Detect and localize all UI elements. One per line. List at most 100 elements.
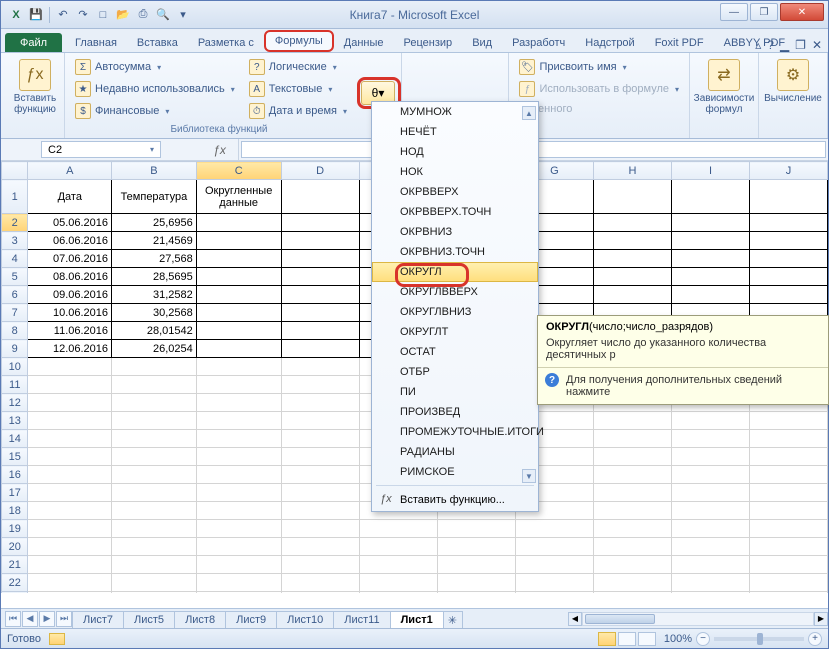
new-icon[interactable]: □ — [94, 6, 112, 24]
cell-empty[interactable] — [593, 250, 671, 268]
sheet-tab-Лист5[interactable]: Лист5 — [123, 611, 175, 629]
sheet-tab-Лист8[interactable]: Лист8 — [174, 611, 226, 629]
col-header-I[interactable]: I — [672, 162, 750, 180]
row-header-16[interactable]: 16 — [2, 466, 28, 484]
cell-empty[interactable] — [749, 214, 827, 232]
cell-empty[interactable] — [593, 538, 671, 556]
sheet-tab-new[interactable]: ✳ — [443, 611, 463, 629]
view-pagebreak-icon[interactable] — [638, 632, 656, 646]
cell-C3[interactable] — [196, 232, 281, 250]
horizontal-scrollbar[interactable]: ◀ ▶ — [568, 611, 828, 627]
cell-empty[interactable] — [112, 592, 197, 594]
cell-empty[interactable] — [281, 180, 359, 214]
dropdown-scrollbar[interactable]: ▲ ▼ — [522, 106, 536, 483]
sheet-nav-last-icon[interactable]: ⏭ — [56, 611, 72, 627]
cell-empty[interactable] — [112, 574, 197, 592]
recent-button[interactable]: ★Недавно использовались▾ — [71, 79, 239, 99]
macro-record-icon[interactable] — [49, 633, 65, 645]
col-header-B[interactable]: B — [112, 162, 197, 180]
cell-empty[interactable] — [672, 502, 750, 520]
cell-empty[interactable] — [515, 574, 593, 592]
cell-empty[interactable] — [515, 556, 593, 574]
tab-formulas[interactable]: Формулы — [264, 30, 334, 52]
cell-empty[interactable] — [749, 592, 827, 594]
cell-B3[interactable]: 21,4569 — [112, 232, 197, 250]
cell-empty[interactable] — [359, 574, 437, 592]
cell-empty[interactable] — [437, 538, 515, 556]
menu-item-ОКРУГЛВВЕРХ[interactable]: ОКРУГЛВВЕРХ — [372, 282, 538, 302]
cell-empty[interactable] — [749, 268, 827, 286]
tab-home[interactable]: Главная — [65, 33, 127, 52]
fx-label[interactable]: ƒx — [201, 139, 239, 160]
doc-close-icon[interactable]: ✕ — [812, 38, 822, 52]
col-header-J[interactable]: J — [749, 162, 827, 180]
col-header-A[interactable]: A — [28, 162, 112, 180]
cell-B6[interactable]: 31,2582 — [112, 286, 197, 304]
cell-A3[interactable]: 06.06.2016 — [28, 232, 112, 250]
zoom-slider[interactable] — [714, 637, 804, 641]
cell-empty[interactable] — [196, 412, 281, 430]
row-header-15[interactable]: 15 — [2, 448, 28, 466]
row-header-8[interactable]: 8 — [2, 322, 28, 340]
cell-empty[interactable] — [281, 502, 359, 520]
autosum-button[interactable]: ΣАвтосумма▾ — [71, 57, 239, 77]
cell-empty[interactable] — [359, 538, 437, 556]
cell-empty[interactable] — [593, 412, 671, 430]
row-header-21[interactable]: 21 — [2, 556, 28, 574]
cell-empty[interactable] — [281, 250, 359, 268]
menu-item-РАДИАНЫ[interactable]: РАДИАНЫ — [372, 442, 538, 462]
cell-empty[interactable] — [112, 538, 197, 556]
row-header-23[interactable]: 23 — [2, 592, 28, 594]
cell-empty[interactable] — [749, 556, 827, 574]
cell-A6[interactable]: 09.06.2016 — [28, 286, 112, 304]
cell-empty[interactable] — [196, 574, 281, 592]
cell-empty[interactable] — [515, 538, 593, 556]
cell-empty[interactable] — [196, 484, 281, 502]
cell-empty[interactable] — [672, 520, 750, 538]
menu-insert-function[interactable]: Вставить функцию... — [372, 489, 538, 511]
row-header-7[interactable]: 7 — [2, 304, 28, 322]
cell-empty[interactable] — [437, 520, 515, 538]
cell-empty[interactable] — [281, 394, 359, 412]
preview-icon[interactable]: 🔍 — [154, 6, 172, 24]
cell-empty[interactable] — [749, 232, 827, 250]
cell-empty[interactable] — [28, 592, 112, 594]
cell-empty[interactable] — [593, 502, 671, 520]
scroll-up-icon[interactable]: ▲ — [522, 106, 536, 120]
cell-empty[interactable] — [28, 520, 112, 538]
cell-A4[interactable]: 07.06.2016 — [28, 250, 112, 268]
cell-empty[interactable] — [593, 286, 671, 304]
menu-item-ОСТАТ[interactable]: ОСТАТ — [372, 342, 538, 362]
cell-empty[interactable] — [112, 556, 197, 574]
cell-A7[interactable]: 10.06.2016 — [28, 304, 112, 322]
tab-foxit[interactable]: Foxit PDF — [645, 33, 714, 52]
cell-empty[interactable] — [281, 538, 359, 556]
cell-empty[interactable] — [437, 574, 515, 592]
cell-empty[interactable] — [672, 180, 750, 214]
cell-empty[interactable] — [281, 340, 359, 358]
cell-A1[interactable]: Дата — [28, 180, 112, 214]
cell-empty[interactable] — [281, 556, 359, 574]
cell-empty[interactable] — [112, 520, 197, 538]
sheet-tab-Лист10[interactable]: Лист10 — [276, 611, 334, 629]
row-header-13[interactable]: 13 — [2, 412, 28, 430]
cell-empty[interactable] — [281, 448, 359, 466]
cell-empty[interactable] — [749, 412, 827, 430]
menu-item-ОТБР[interactable]: ОТБР — [372, 362, 538, 382]
hscroll-thumb[interactable] — [585, 614, 655, 624]
cell-empty[interactable] — [28, 466, 112, 484]
qat-dropdown-icon[interactable]: ▾ — [174, 6, 192, 24]
cell-empty[interactable] — [359, 592, 437, 594]
cell-empty[interactable] — [196, 502, 281, 520]
cell-empty[interactable] — [281, 322, 359, 340]
col-header-H[interactable]: H — [593, 162, 671, 180]
cell-empty[interactable] — [593, 430, 671, 448]
undo-icon[interactable]: ↶ — [54, 6, 72, 24]
cell-C8[interactable] — [196, 322, 281, 340]
cell-B4[interactable]: 27,568 — [112, 250, 197, 268]
row-header-1[interactable]: 1 — [2, 180, 28, 214]
hscroll-right-icon[interactable]: ▶ — [814, 612, 828, 626]
cell-empty[interactable] — [281, 520, 359, 538]
zoom-out-button[interactable]: − — [696, 632, 710, 646]
sheet-nav-prev-icon[interactable]: ◀ — [22, 611, 38, 627]
